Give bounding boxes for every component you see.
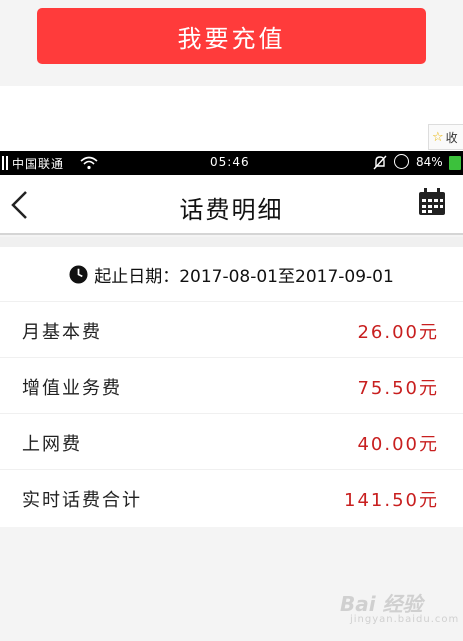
- mute-bell-icon: [373, 155, 387, 170]
- screen: 我要充值 ☆ 收 中国联通 05:46 84% 话费明细 起止日期：2017-0…: [0, 0, 463, 641]
- fee-label: 上网费: [22, 434, 82, 455]
- fee-label: 月基本费: [22, 322, 102, 343]
- favorite-button[interactable]: ☆ 收: [428, 124, 463, 150]
- fee-label: 增值业务费: [22, 378, 122, 399]
- watermark-brand: Bai 经验: [340, 592, 423, 616]
- status-bar: 中国联通 05:46 84%: [0, 151, 463, 175]
- previous-screen-area: 我要充值: [0, 0, 463, 86]
- rotation-lock-icon: [394, 154, 409, 169]
- period-text: 起止日期：2017-08-01至2017-09-01: [94, 266, 394, 287]
- signal-icon: [2, 156, 8, 170]
- fee-row-value-added: 增值业务费 75.50元: [0, 358, 463, 414]
- page-title: 话费明细: [179, 196, 284, 224]
- fee-label: 实时话费合计: [22, 490, 142, 511]
- fee-row-internet: 上网费 40.00元: [0, 414, 463, 470]
- blank-area: [0, 86, 463, 151]
- fee-row-total: 实时话费合计 141.50元: [0, 470, 463, 526]
- clock-icon: [69, 264, 88, 284]
- period-row[interactable]: 起止日期：2017-08-01至2017-09-01: [0, 247, 463, 302]
- calendar-icon[interactable]: [417, 187, 447, 217]
- section-divider: [0, 237, 463, 247]
- baidu-watermark: Bai 经验 jingyan.baidu.com: [340, 588, 458, 632]
- fee-detail-card: 起止日期：2017-08-01至2017-09-01 月基本费 26.00元 增…: [0, 247, 463, 527]
- fee-amount: 40.00元: [357, 434, 439, 455]
- carrier-name: 中国联通: [12, 157, 65, 171]
- favorite-label: 收: [445, 130, 458, 145]
- fee-amount: 26.00元: [357, 322, 439, 343]
- star-icon: ☆: [432, 129, 444, 145]
- wifi-icon: [80, 156, 98, 170]
- battery-percent: 84%: [416, 155, 443, 169]
- fee-amount: 75.50元: [357, 378, 439, 399]
- status-time: 05:46: [210, 155, 250, 169]
- app-header: 话费明细: [0, 175, 463, 235]
- fee-amount: 141.50元: [344, 490, 439, 511]
- battery-icon: [449, 156, 461, 170]
- fee-row-basic: 月基本费 26.00元: [0, 302, 463, 358]
- recharge-button[interactable]: 我要充值: [37, 8, 426, 64]
- watermark-url: jingyan.baidu.com: [350, 614, 460, 625]
